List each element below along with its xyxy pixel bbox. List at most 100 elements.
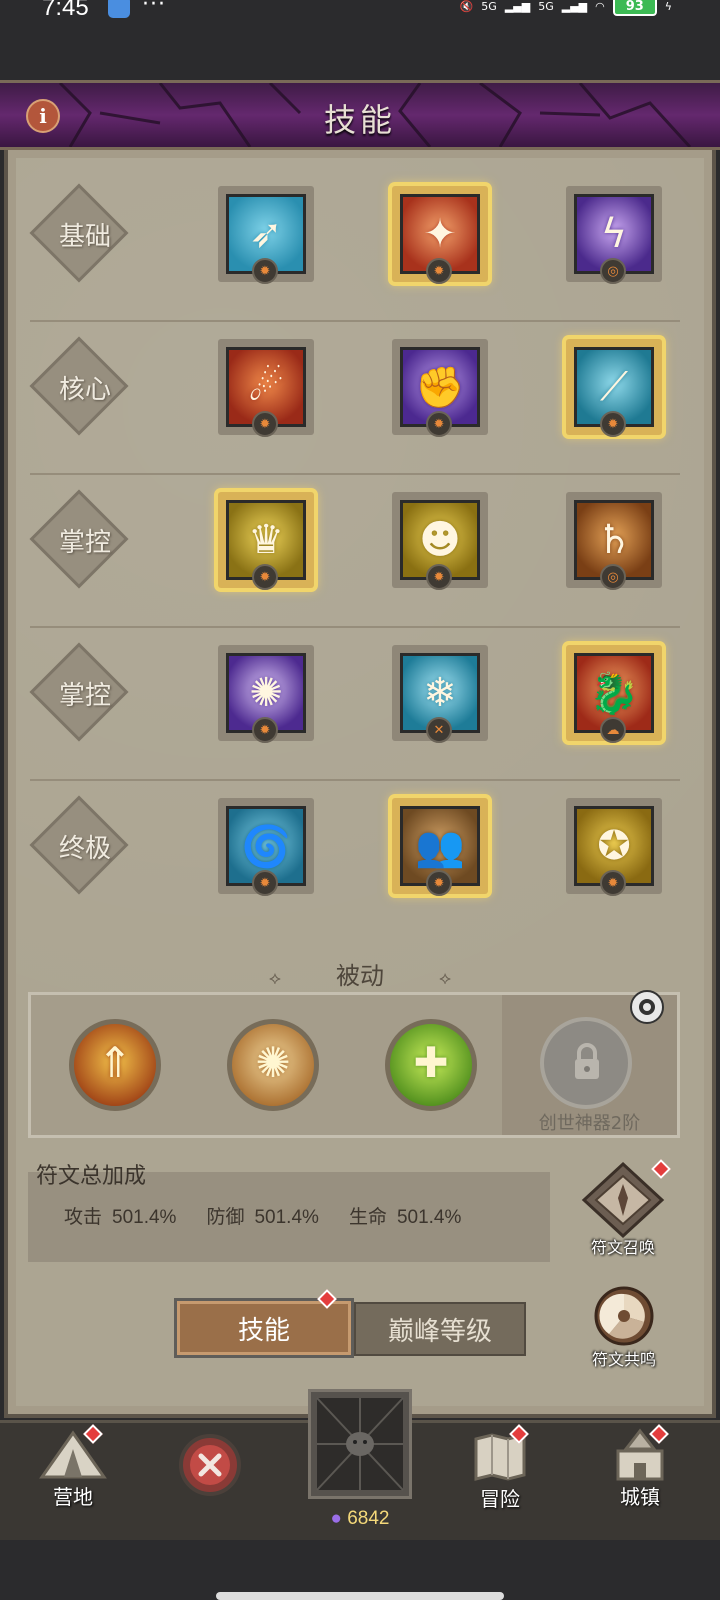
- status-icons: 🔇 5G ▂▄▆ 5G ▂▄▆ ◠ 93 ϟ: [460, 0, 672, 16]
- golden-warrior-skill[interactable]: ✪ ✹: [566, 798, 662, 896]
- rune-slot-icon[interactable]: ✹: [426, 411, 452, 437]
- fire-dragon-skill[interactable]: 🐉 ☁: [566, 645, 662, 743]
- rune-slot-icon[interactable]: ◎: [600, 258, 626, 284]
- passive-section-title: ⟡ 被动 ⟡: [0, 956, 720, 991]
- more-notifications-icon: ···: [142, 0, 166, 17]
- close-icon: [179, 1434, 241, 1496]
- passive-glyph-icon: ✺: [255, 1038, 291, 1087]
- stat-defense: 防御 501.4%: [206, 1207, 319, 1228]
- signal-bars-icon-2: ▂▄▆: [561, 0, 588, 13]
- signal-5g-icon-2: 5G: [538, 0, 554, 13]
- rune-slot-icon[interactable]: ✕: [426, 717, 452, 743]
- passive-glyph-icon: ⇑: [97, 1038, 133, 1087]
- rune-bonus-panel: 符文总加成 攻击 501.4% 防御 501.4% 生命 501.4%: [28, 1164, 550, 1262]
- fireball-skill[interactable]: ☄ ✹: [218, 339, 314, 437]
- skill-row-label: 核心: [58, 375, 111, 405]
- golden-spirit-skill[interactable]: ☻ ✹: [392, 492, 488, 590]
- mute-icon: 🔇: [459, 0, 474, 13]
- soul-gem-icon: ●: [330, 1508, 342, 1529]
- ornament-right-icon: ⟡: [439, 968, 451, 989]
- summon-allies-skill[interactable]: 👥 ✹: [392, 798, 488, 896]
- passive-title: 被动: [336, 962, 384, 990]
- electric-orb-skill[interactable]: ✺ ✹: [218, 645, 314, 743]
- stat-attack: 攻击 501.4%: [64, 1207, 177, 1228]
- skill-glyph-icon: 👥: [415, 824, 465, 870]
- skill-row-label: 终极: [58, 834, 111, 864]
- rune-slot-icon[interactable]: ✹: [426, 870, 452, 896]
- padlock-icon: [575, 1043, 599, 1079]
- spider-artifact-icon: [316, 1397, 404, 1491]
- skill-row: 掌控 ♛ ✹ ☻ ✹ ♄ ◎: [20, 474, 690, 624]
- rune-slot-icon[interactable]: ✹: [252, 717, 278, 743]
- ice-shards-skill[interactable]: ⟋ ✹: [566, 339, 662, 437]
- skill-glyph-icon: ☄: [248, 364, 284, 410]
- skill-row: 核心 ☄ ✹ ✊ ✹ ⟋ ✹: [20, 321, 690, 471]
- fire-slash-skill[interactable]: ✦ ✹: [392, 186, 488, 284]
- rune-slot-icon[interactable]: ✹: [252, 564, 278, 590]
- battery-indicator: 93: [612, 0, 657, 16]
- rune-slot-icon[interactable]: ✹: [600, 870, 626, 896]
- skill-row-label: 掌控: [58, 681, 111, 711]
- skill-glyph-icon: ϟ: [600, 211, 628, 257]
- currency-display: ● 6842: [310, 1508, 410, 1530]
- artifact-slot[interactable]: [308, 1389, 412, 1499]
- skill-glyph-icon: ✪: [597, 823, 631, 869]
- rune-slot-icon[interactable]: ✹: [426, 258, 452, 284]
- close-button[interactable]: [178, 1433, 242, 1501]
- skill-row: 基础 ➶ ✹ ✦ ✹ ϟ ◎: [20, 168, 690, 318]
- rune-slot-icon[interactable]: ◎: [600, 564, 626, 590]
- rune-bonus-stats: 攻击 501.4% 防御 501.4% 生命 501.4%: [64, 1202, 461, 1229]
- tab-bar: 技能 巅峰等级: [174, 1289, 526, 1358]
- fire-arrow-passive[interactable]: ⇑: [69, 1019, 161, 1111]
- skill-glyph-icon: ✦: [423, 211, 457, 257]
- golden-crown-skill[interactable]: ♛ ✹: [218, 492, 314, 590]
- skill-row: 掌控 ✺ ✹ ❄ ✕ 🐉 ☁: [20, 627, 690, 777]
- frost-nova-skill[interactable]: ❄ ✕: [392, 645, 488, 743]
- stat-health: 生命 501.4%: [348, 1207, 462, 1228]
- status-bar: 7:45 ··· 🔇 5G ▂▄▆ 5G ▂▄▆ ◠ 93 ϟ: [0, 0, 720, 24]
- rune-slot-icon[interactable]: ☁: [600, 717, 626, 743]
- rune-slot-icon[interactable]: ✹: [252, 870, 278, 896]
- rune-slot-icon[interactable]: ✹: [426, 564, 452, 590]
- charging-icon: ϟ: [664, 0, 672, 13]
- passive-skills-box: ⇑ ✺ ✚ 创世神器2阶: [28, 990, 680, 1138]
- rune-resonance-button[interactable]: 符文共鸣: [582, 1284, 666, 1369]
- skill-glyph-icon: ❄: [423, 670, 457, 716]
- tab-peak-level[interactable]: 巅峰等级: [354, 1302, 526, 1356]
- rune-slot-icon[interactable]: ✹: [252, 411, 278, 437]
- wifi-icon: ◠: [595, 0, 605, 13]
- skill-glyph-icon: ♛: [248, 517, 284, 563]
- skill-row: 终极 🌀 ✹ 👥 ✹ ✪ ✹: [20, 780, 690, 930]
- rune-summon-button[interactable]: 符文召唤: [578, 1159, 671, 1260]
- ice-arrow-skill[interactable]: ➶ ✹: [218, 186, 314, 284]
- rune-slot-icon[interactable]: ✹: [252, 258, 278, 284]
- rune-slot-icon[interactable]: ✹: [600, 411, 626, 437]
- signal-bars-icon: ▂▄▆: [504, 0, 531, 13]
- golden-orb-passive[interactable]: ✺: [227, 1019, 319, 1111]
- skill-glyph-icon: 🐉: [589, 671, 639, 717]
- skill-glyph-icon: ☻: [419, 517, 461, 563]
- gear-icon[interactable]: [627, 987, 667, 1027]
- nav-camp[interactable]: 营地: [28, 1423, 118, 1510]
- planet-orbit-skill[interactable]: ♄ ◎: [566, 492, 662, 590]
- nav-town[interactable]: 城镇: [602, 1423, 678, 1510]
- blizzard-skill[interactable]: 🌀 ✹: [218, 798, 314, 896]
- thunder-fist-skill[interactable]: ✊ ✹: [392, 339, 488, 437]
- rune-resonance-icon: [594, 1286, 654, 1346]
- locked-requirement-text: 创世神器2阶: [538, 1113, 641, 1134]
- lightning-bolt-skill[interactable]: ϟ ◎: [566, 186, 662, 284]
- signal-5g-icon: 5G: [481, 0, 497, 13]
- nav-adventure[interactable]: 冒险: [462, 1423, 538, 1512]
- app-notification-icon: [108, 0, 130, 18]
- skill-glyph-icon: ✺: [249, 670, 283, 716]
- skill-glyph-icon: ✊: [415, 365, 465, 411]
- heal-heart-passive[interactable]: ✚: [385, 1019, 477, 1111]
- lock-icon: [540, 1017, 632, 1109]
- skill-row-label: 基础: [58, 222, 111, 252]
- skill-glyph-icon: ➶: [249, 211, 283, 257]
- home-indicator: [216, 1592, 504, 1600]
- rune-bonus-title: 符文总加成: [36, 1164, 147, 1189]
- rune-summon-icon: [581, 1161, 665, 1239]
- passive-glyph-icon: ✚: [413, 1038, 449, 1087]
- ornament-left-icon: ⟡: [269, 968, 281, 989]
